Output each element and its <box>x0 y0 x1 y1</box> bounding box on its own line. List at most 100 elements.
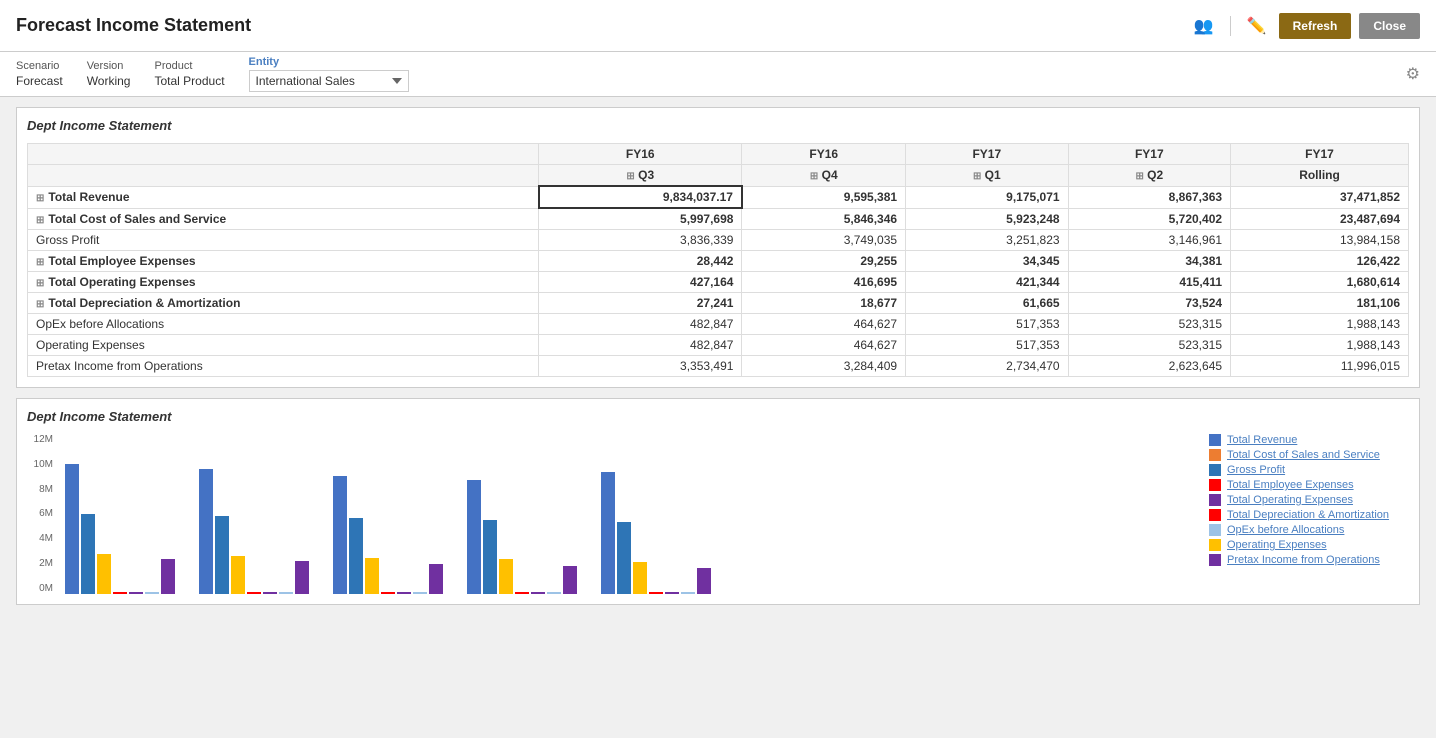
table-section: Dept Income Statement FY16 FY16 FY17 FY1… <box>16 107 1420 388</box>
legend-item: Pretax Income from Operations <box>1209 554 1409 566</box>
cell-value: 37,471,852 <box>1231 186 1409 208</box>
bar-group <box>199 469 309 594</box>
app-header: Forecast Income Statement 👥 ✏️ Refresh C… <box>0 0 1436 52</box>
col-fy17-q1-year: FY17 <box>906 144 1068 165</box>
legend-label[interactable]: OpEx before Allocations <box>1227 524 1344 536</box>
bar <box>199 469 213 594</box>
legend-item: OpEx before Allocations <box>1209 524 1409 536</box>
row-label: Gross Profit <box>28 230 539 251</box>
refresh-button[interactable]: Refresh <box>1279 13 1352 39</box>
legend-item: Total Revenue <box>1209 434 1409 446</box>
legend-color <box>1209 464 1221 476</box>
cell-value: 1,988,143 <box>1231 314 1409 335</box>
edit-icon[interactable]: ✏️ <box>1243 12 1271 40</box>
cell-value: 34,381 <box>1068 251 1230 272</box>
bar <box>215 516 229 594</box>
cell-value: 126,422 <box>1231 251 1409 272</box>
col-fy17-rolling-year: FY17 <box>1231 144 1409 165</box>
legend-label[interactable]: Total Depreciation & Amortization <box>1227 509 1389 521</box>
legend-label[interactable]: Total Employee Expenses <box>1227 479 1354 491</box>
divider <box>1230 16 1231 36</box>
col-q3: ⊞ Q3 <box>539 165 742 187</box>
cell-value: 181,106 <box>1231 293 1409 314</box>
cell-value: 11,996,015 <box>1231 356 1409 377</box>
cell-value: 3,251,823 <box>906 230 1068 251</box>
expand-icon[interactable]: ⊞ <box>36 257 44 268</box>
legend-color <box>1209 539 1221 551</box>
legend-label[interactable]: Total Revenue <box>1227 434 1297 446</box>
bar <box>649 592 663 594</box>
col-header-label <box>28 144 539 165</box>
bar-chart <box>57 434 1189 594</box>
chart-section-title: Dept Income Statement <box>27 409 1409 424</box>
y-axis: 12M10M8M6M4M2M0M <box>27 434 57 594</box>
legend-label[interactable]: Pretax Income from Operations <box>1227 554 1380 566</box>
cell-value: 482,847 <box>539 335 742 356</box>
expand-icon[interactable]: ⊞ <box>36 278 44 289</box>
table-row: ⊞Total Operating Expenses427,164416,6954… <box>28 272 1409 293</box>
cell-value: 427,164 <box>539 272 742 293</box>
cell-value: 416,695 <box>742 272 906 293</box>
cell-value: 482,847 <box>539 314 742 335</box>
legend-color <box>1209 494 1221 506</box>
legend-label[interactable]: Gross Profit <box>1227 464 1285 476</box>
col-rolling: Rolling <box>1231 165 1409 187</box>
cell-value: 8,867,363 <box>1068 186 1230 208</box>
table-row: ⊞Total Revenue9,834,037.179,595,3819,175… <box>28 186 1409 208</box>
cell-value: 27,241 <box>539 293 742 314</box>
bar <box>97 554 111 594</box>
bar <box>601 472 615 594</box>
bar <box>113 592 127 594</box>
y-axis-label: 4M <box>27 533 53 544</box>
cell-value: 28,442 <box>539 251 742 272</box>
bar <box>633 562 647 594</box>
y-axis-label: 2M <box>27 558 53 569</box>
entity-select[interactable]: International Sales Total Entity Domesti… <box>249 70 409 92</box>
cell-value: 9,595,381 <box>742 186 906 208</box>
row-label: ⊞Total Depreciation & Amortization <box>28 293 539 314</box>
scenario-filter: Scenario Forecast <box>16 60 63 88</box>
bar <box>429 564 443 594</box>
bar-group <box>333 476 443 594</box>
y-axis-label: 10M <box>27 459 53 470</box>
bar <box>697 568 711 594</box>
cell-value: 29,255 <box>742 251 906 272</box>
bar-group <box>467 480 577 594</box>
cell-value: 3,146,961 <box>1068 230 1230 251</box>
legend-item: Total Operating Expenses <box>1209 494 1409 506</box>
legend-item: Total Employee Expenses <box>1209 479 1409 491</box>
bar <box>349 518 363 594</box>
legend-label[interactable]: Total Operating Expenses <box>1227 494 1353 506</box>
cell-value: 5,923,248 <box>906 208 1068 230</box>
product-filter: Product Total Product <box>154 60 224 88</box>
expand-icon[interactable]: ⊞ <box>36 193 44 204</box>
y-axis-label: 0M <box>27 583 53 594</box>
cell-value: 464,627 <box>742 314 906 335</box>
scenario-value: Forecast <box>16 74 63 88</box>
bar <box>231 556 245 594</box>
settings-icon[interactable]: ⚙ <box>1406 64 1420 84</box>
bar <box>665 592 679 594</box>
legend-color <box>1209 434 1221 446</box>
col-q1: ⊞ Q1 <box>906 165 1068 187</box>
expand-icon[interactable]: ⊞ <box>36 299 44 310</box>
col-empty <box>28 165 539 187</box>
expand-icon[interactable]: ⊞ <box>36 215 44 226</box>
close-button[interactable]: Close <box>1359 13 1420 39</box>
cell-value: 415,411 <box>1068 272 1230 293</box>
cell-value: 3,836,339 <box>539 230 742 251</box>
users-icon[interactable]: 👥 <box>1190 12 1218 40</box>
legend-color <box>1209 524 1221 536</box>
entity-filter: Entity International Sales Total Entity … <box>249 56 409 92</box>
bar <box>161 559 175 594</box>
table-row: ⊞Total Employee Expenses28,44229,25534,3… <box>28 251 1409 272</box>
legend-label[interactable]: Total Cost of Sales and Service <box>1227 449 1380 461</box>
page-title: Forecast Income Statement <box>16 15 251 36</box>
legend-label[interactable]: Operating Expenses <box>1227 539 1327 551</box>
entity-label: Entity <box>249 56 409 68</box>
table-section-title: Dept Income Statement <box>27 118 1409 133</box>
cell-value: 517,353 <box>906 335 1068 356</box>
row-label: Operating Expenses <box>28 335 539 356</box>
version-value: Working <box>87 74 131 88</box>
col-fy16-q3-year: FY16 <box>539 144 742 165</box>
